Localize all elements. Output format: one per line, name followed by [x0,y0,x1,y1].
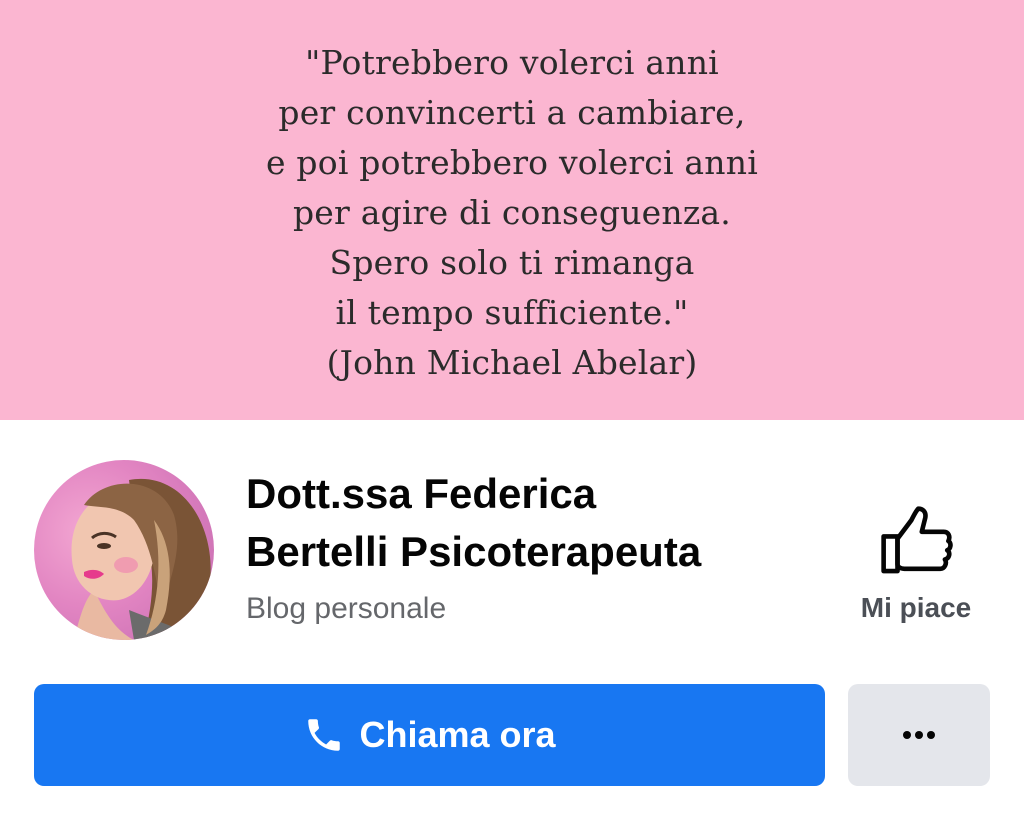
phone-icon [308,719,341,751]
quote-line: "Potrebbero volerci anni [305,43,719,82]
page-name-line: Bertelli Psicoterapeuta [246,528,702,575]
page-name[interactable]: Dott.ssa Federica Bertelli Psicoterapeut… [246,465,806,581]
profile-photo-icon [71,478,211,640]
quote-line: Spero solo ti rimanga [329,243,695,282]
page-category: Blog personale [246,592,447,625]
more-options-button[interactable] [848,684,990,786]
like-label: Mi piace [860,592,972,623]
more-dots-icon [903,731,935,739]
quote-line: (John Michael Abelar) [326,343,698,382]
cover-photo[interactable]: "Potrebbero volerci anni per convincerti… [0,0,1024,420]
call-now-button[interactable]: Chiama ora [34,684,825,786]
thumbs-up-icon [881,506,953,574]
quote-line: il tempo sufficiente." [335,293,689,332]
page-name-line: Dott.ssa Federica [246,470,597,517]
quote-line: per convincerti a cambiare, [278,93,746,132]
profile-avatar[interactable] [34,460,214,640]
cover-quote: "Potrebbero volerci anni per convincerti… [266,32,758,388]
quote-line: per agire di conseguenza. [292,193,731,232]
like-button[interactable]: Mi piace [836,500,996,630]
quote-line: e poi potrebbero volerci anni [266,143,758,182]
call-now-label: Chiama ora [359,714,556,755]
